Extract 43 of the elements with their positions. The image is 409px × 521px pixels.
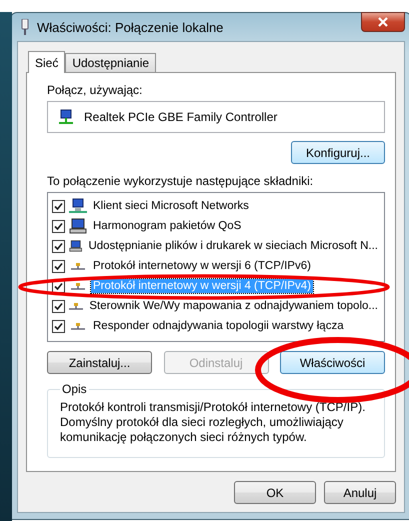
component-item[interactable]: Harmonogram pakietów QoS <box>91 219 244 233</box>
window-title: Właściwości: Połączenie lokalne <box>37 20 224 34</box>
component-item[interactable]: Responder odnajdywania topologii warstwy łącza <box>91 319 346 333</box>
check-icon <box>54 262 63 270</box>
protocol-icon <box>71 262 85 270</box>
dialog-button[interactable]: OK <box>234 481 316 504</box>
checkbox[interactable] <box>52 220 65 232</box>
component-item[interactable]: Udostępnianie plików i drukarek w sieciach Microsoft N... <box>86 239 380 253</box>
check-icon <box>54 222 63 230</box>
protocol-icon <box>71 282 85 290</box>
network-cable-icon <box>21 19 29 35</box>
group-title: Opis <box>61 382 88 396</box>
action-button[interactable]: Zainstaluj... <box>47 351 152 374</box>
checkbox[interactable] <box>52 240 65 252</box>
component-item[interactable]: Klient sieci Microsoft Networks <box>91 199 251 213</box>
description-text: Protokół kontroli transmisji/Protokół internetowy (TCP/IP). Domyślny protokół dla sieci rozległych, umożliwiający komunikację połączonych sieci różnych typów. <box>60 400 366 445</box>
tab[interactable]: Sieć <box>28 51 66 73</box>
check-icon <box>54 282 63 290</box>
computer-icon <box>69 238 82 254</box>
checkbox[interactable] <box>52 200 65 212</box>
network-adapter-icon <box>58 109 74 125</box>
network-computer-icon <box>69 198 87 214</box>
check-icon <box>54 242 63 250</box>
adapter-name: Realtek PCIe GBE Family Controller <box>84 110 278 124</box>
component-item[interactable]: Protokół internetowy w wersji 6 (TCP/IPv6) <box>91 259 313 273</box>
checkbox[interactable] <box>52 300 65 312</box>
connect-using-label: Połącz, używając: <box>47 83 144 97</box>
checkbox[interactable] <box>52 320 65 332</box>
dialog-button[interactable]: Anuluj <box>324 481 396 504</box>
check-icon <box>54 202 63 210</box>
protocol-icon <box>69 302 84 310</box>
component-item[interactable]: Sterownik We/Wy mapowania z odnajdywaniem topolo... <box>87 299 380 313</box>
check-icon <box>54 302 63 310</box>
checkbox[interactable] <box>52 260 65 272</box>
computer-icon <box>69 218 87 234</box>
check-icon <box>54 322 63 330</box>
action-button[interactable]: Właściwości <box>280 351 385 374</box>
configure-button[interactable]: Konfiguruj... <box>291 141 385 164</box>
protocol-icon <box>71 322 85 330</box>
close-button[interactable] <box>361 12 405 32</box>
tab[interactable]: Udostępnianie <box>65 53 156 72</box>
components-label: To połączenie wykorzystuje następujące składniki: <box>47 174 314 188</box>
close-icon <box>378 17 388 27</box>
